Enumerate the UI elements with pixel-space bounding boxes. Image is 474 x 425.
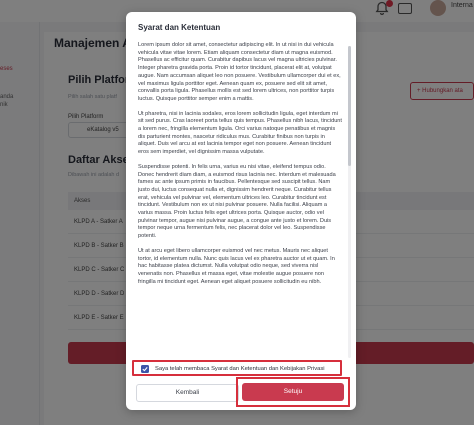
back-button[interactable]: Kembali bbox=[136, 384, 239, 402]
scrollbar-thumb[interactable] bbox=[348, 46, 351, 166]
agree-checkbox[interactable] bbox=[141, 365, 149, 373]
modal-title: Syarat dan Ketentuan bbox=[138, 23, 221, 32]
agree-checkbox-row[interactable]: Saya telah membaca Syarat dan Ketentuan … bbox=[132, 360, 342, 376]
terms-paragraph: Lorem ipsum dolor sit amet, consectetur … bbox=[138, 42, 341, 102]
agree-button-highlight: Setuju bbox=[236, 377, 350, 407]
agree-button[interactable]: Setuju bbox=[242, 383, 344, 401]
check-icon bbox=[142, 367, 148, 372]
agree-label: Saya telah membaca Syarat dan Ketentuan … bbox=[155, 365, 325, 372]
terms-content: Lorem ipsum dolor sit amet, consectetur … bbox=[138, 42, 342, 364]
terms-paragraph: Ut pharetra, nisi in lacinia sodales, er… bbox=[138, 110, 342, 156]
terms-modal: Syarat dan Ketentuan Lorem ipsum dolor s… bbox=[126, 12, 356, 410]
terms-paragraph: Ut at arcu eget libero ullamcorper euism… bbox=[138, 247, 335, 285]
terms-paragraph: Suspendisse potenti. In felis urna, vari… bbox=[138, 163, 336, 240]
